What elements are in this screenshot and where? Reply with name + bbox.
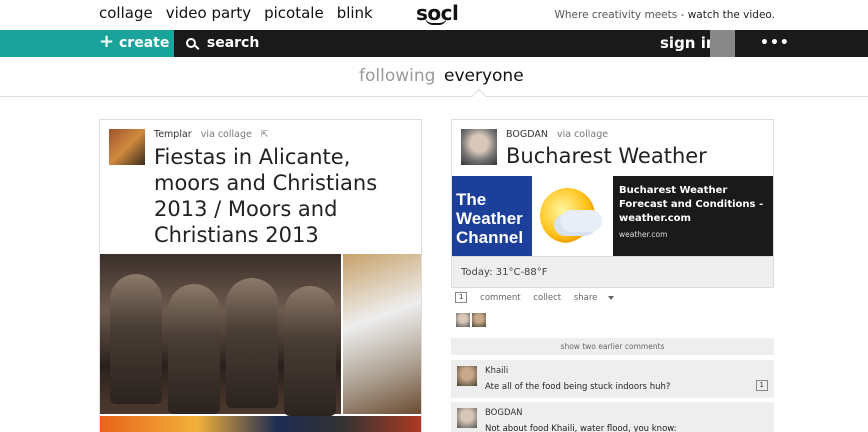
- create-button[interactable]: + create: [0, 30, 174, 57]
- watch-video-link[interactable]: watch the video.: [688, 9, 775, 21]
- share-link[interactable]: share: [574, 293, 598, 303]
- commenter-avatar[interactable]: [457, 408, 477, 428]
- share-menu-chevron-down-icon[interactable]: [608, 295, 615, 300]
- search-label: search: [206, 35, 260, 51]
- collage-photo-row[interactable]: [100, 416, 421, 432]
- embed-title[interactable]: Bucharest Weather Forecast and Condition…: [619, 184, 769, 226]
- post-title[interactable]: Fiestas in Alicante, moors and Christian…: [154, 144, 419, 248]
- comment-reply-count-badge[interactable]: 1: [755, 380, 768, 391]
- comment: Khaili Ate all of the food being stuck i…: [451, 360, 774, 398]
- collage-photo-main[interactable]: [100, 254, 341, 416]
- author-name[interactable]: Templar: [154, 129, 192, 140]
- link-embed[interactable]: The Weather Channel Bucharest Weather Fo…: [452, 176, 773, 256]
- action-bar: + create search sign in •••: [0, 30, 868, 57]
- today-bar: Today: 31°C-88°F: [452, 256, 773, 287]
- search-icon: [186, 38, 196, 48]
- avatar[interactable]: [710, 30, 735, 57]
- nav-link-collage[interactable]: collage: [99, 4, 153, 22]
- nav-link-blink[interactable]: blink: [337, 4, 373, 22]
- search-button[interactable]: search: [186, 35, 259, 51]
- commenter-name[interactable]: Khaili: [485, 366, 508, 376]
- more-menu-icon[interactable]: •••: [760, 35, 790, 51]
- top-navigation: collage video party picotale blink socl …: [0, 0, 868, 30]
- post-actions: 1 comment collect share: [455, 292, 615, 306]
- tab-following[interactable]: following: [359, 66, 435, 86]
- nav-link-picotale[interactable]: picotale: [264, 4, 324, 22]
- embed-site: weather.com: [619, 230, 668, 239]
- tagline-prefix: Where creativity meets -: [554, 9, 685, 21]
- post-card[interactable]: Templar via collage ⇱ Fiestas in Alicant…: [99, 119, 422, 432]
- post-title[interactable]: Bucharest Weather: [506, 144, 707, 168]
- post-author-line: Templar via collage ⇱: [154, 129, 268, 140]
- nav-link-video-party[interactable]: video party: [166, 4, 251, 22]
- author-avatar[interactable]: [461, 129, 497, 165]
- show-earlier-comments-button[interactable]: show two earlier comments: [451, 338, 774, 355]
- figure-shape: [226, 278, 278, 408]
- via-label[interactable]: via collage: [201, 129, 252, 140]
- comment-text: Not about food Khaili, water flood, you …: [485, 424, 677, 432]
- commenter-name[interactable]: BOGDAN: [485, 408, 523, 418]
- product-links: collage video party picotale blink: [99, 4, 386, 22]
- collage-photo-side[interactable]: [343, 254, 421, 414]
- post-author-line: BOGDAN via collage: [506, 129, 608, 140]
- liker-avatar[interactable]: [456, 313, 470, 327]
- post-card[interactable]: BOGDAN via collage Bucharest Weather The…: [451, 119, 774, 288]
- cloud-icon: [560, 210, 602, 232]
- today-temperature: Today: 31°C-88°F: [461, 267, 548, 278]
- author-name[interactable]: BOGDAN: [506, 129, 548, 140]
- via-label[interactable]: via collage: [557, 129, 608, 140]
- create-label: create: [119, 35, 170, 51]
- sign-in-button[interactable]: sign in: [660, 34, 717, 52]
- tab-everyone[interactable]: everyone: [444, 66, 524, 86]
- commenter-avatar[interactable]: [457, 366, 477, 386]
- feed-filter-tabs: following everyone: [0, 57, 868, 104]
- weather-channel-logo: The Weather Channel: [452, 176, 532, 256]
- tagline: Where creativity meets - watch the video…: [555, 9, 776, 21]
- author-avatar[interactable]: [109, 129, 145, 165]
- comment-text: Ate all of the food being stuck indoors …: [485, 382, 671, 392]
- comment-count-badge[interactable]: 1: [455, 292, 468, 303]
- comment-link[interactable]: comment: [480, 293, 520, 303]
- plus-icon: +: [99, 31, 115, 52]
- figure-shape: [284, 286, 336, 416]
- liker-avatar[interactable]: [472, 313, 486, 327]
- comment: BOGDAN Not about food Khaili, water floo…: [451, 402, 774, 432]
- external-link-icon[interactable]: ⇱: [261, 130, 269, 140]
- embed-info[interactable]: Bucharest Weather Forecast and Condition…: [613, 176, 773, 256]
- collect-link[interactable]: collect: [533, 293, 561, 303]
- active-tab-indicator: [471, 88, 487, 104]
- figure-shape: [110, 274, 162, 404]
- figure-shape: [168, 284, 220, 414]
